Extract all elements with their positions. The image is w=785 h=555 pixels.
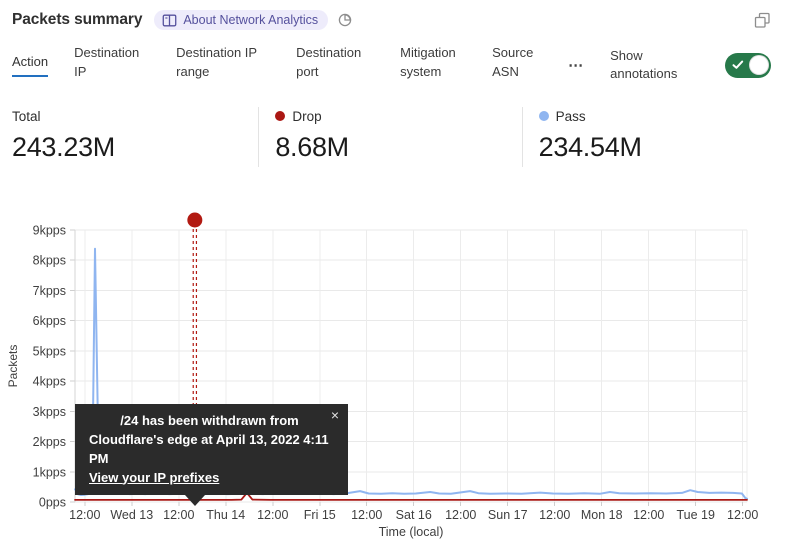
y-tick-label: 5kpps: [33, 344, 66, 358]
tooltip-line1: /24 has been withdrawn from: [89, 412, 334, 431]
tab-source-asn[interactable]: Source ASN: [492, 44, 542, 87]
about-link-label: About Network Analytics: [183, 13, 318, 27]
book-icon: [162, 14, 177, 27]
duplicate-panel-icon[interactable]: [754, 12, 771, 29]
x-tick-label: Sun 17: [488, 508, 528, 522]
tab-mitigation-system[interactable]: Mitigation system: [400, 44, 466, 87]
check-icon: [732, 60, 744, 70]
x-tick-label: 12:00: [633, 508, 664, 522]
x-tick-label: Thu 14: [206, 508, 245, 522]
x-tick-label: Fri 15: [304, 508, 336, 522]
x-tick-label: Wed 13: [110, 508, 153, 522]
stat-name: Pass: [556, 109, 586, 124]
x-tick-label: Mon 18: [581, 508, 623, 522]
x-tick-label: Tue 19: [676, 508, 715, 522]
x-tick-label: 12:00: [445, 508, 476, 522]
stat-total: Total 243.23M: [0, 107, 258, 167]
dimension-tabs: Action Destination IP Destination IP range…: [0, 30, 785, 87]
stat-name: Drop: [292, 109, 321, 124]
y-tick-label: 3kpps: [33, 405, 66, 419]
x-tick-label: Sat 16: [396, 508, 432, 522]
page-title: Packets summary: [12, 11, 142, 29]
tab-destination-port[interactable]: Destination port: [296, 44, 374, 87]
y-tick-label: 0pps: [39, 496, 66, 510]
more-tabs-button[interactable]: ⋯: [568, 56, 584, 74]
x-tick-label: 12:00: [351, 508, 382, 522]
summary-stats: Total 243.23M Drop 8.68M Pass 234.54M: [0, 107, 785, 167]
about-network-analytics-link[interactable]: About Network Analytics: [154, 10, 328, 30]
x-tick-label: 12:00: [539, 508, 570, 522]
x-tick-label: 12:00: [69, 508, 100, 522]
annotation-dot[interactable]: [187, 213, 202, 228]
stat-drop: Drop 8.68M: [258, 107, 521, 167]
y-axis-title: Packets: [6, 345, 20, 388]
stat-value: 234.54M: [539, 132, 785, 163]
x-tick-label: 12:00: [727, 508, 758, 522]
toggle-knob: [749, 55, 769, 75]
y-tick-label: 8kpps: [33, 254, 66, 268]
annotation-tooltip: × /24 has been withdrawn from Cloudflare…: [75, 404, 348, 495]
stat-pass: Pass 234.54M: [522, 107, 785, 167]
y-tick-label: 6kpps: [33, 314, 66, 328]
drop-legend-dot: [275, 111, 285, 121]
y-tick-label: 1kpps: [33, 465, 66, 479]
tab-destination-ip-range[interactable]: Destination IP range: [176, 44, 270, 87]
y-tick-label: 9kpps: [33, 224, 66, 238]
stat-name: Total: [12, 109, 41, 124]
x-tick-label: 12:00: [257, 508, 288, 522]
tooltip-close-icon[interactable]: ×: [331, 408, 339, 422]
y-tick-label: 2kpps: [33, 435, 66, 449]
tooltip-line2: Cloudflare's edge at April 13, 2022 4:11…: [89, 431, 334, 469]
tab-action[interactable]: Action: [12, 53, 48, 77]
x-axis-title: Time (local): [379, 525, 444, 539]
show-annotations-toggle[interactable]: [725, 53, 771, 78]
ip-prefixes-link[interactable]: View your IP prefixes: [89, 470, 219, 485]
panel-header: Packets summary About Network Analytics: [0, 0, 785, 30]
tab-destination-ip[interactable]: Destination IP: [74, 44, 150, 87]
y-tick-label: 4kpps: [33, 375, 66, 389]
stat-value: 243.23M: [12, 132, 258, 163]
pass-legend-dot: [539, 111, 549, 121]
stat-value: 8.68M: [275, 132, 521, 163]
y-tick-label: 7kpps: [33, 284, 66, 298]
time-period-icon: [337, 12, 353, 28]
x-tick-label: 12:00: [163, 508, 194, 522]
show-annotations-label: Show annotations: [610, 47, 696, 85]
packets-summary-panel: Packets summary About Network Analytics …: [0, 0, 785, 555]
tooltip-caret: [185, 495, 205, 506]
